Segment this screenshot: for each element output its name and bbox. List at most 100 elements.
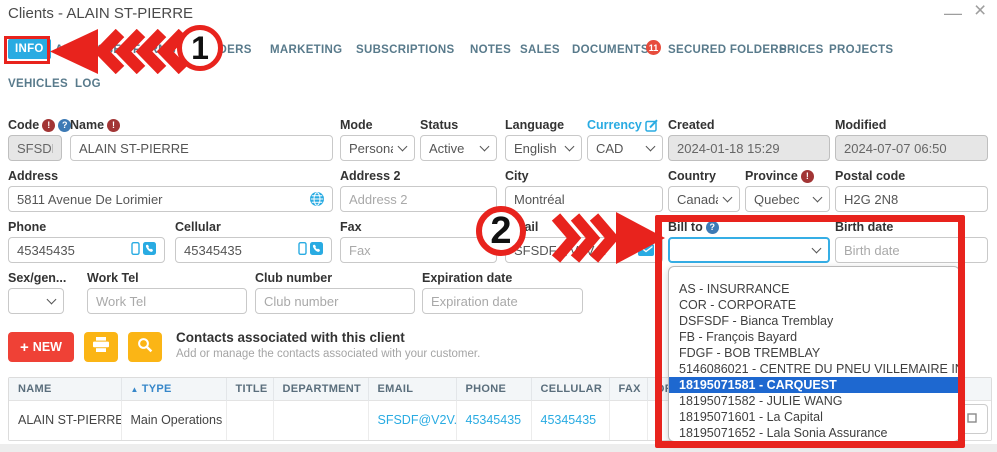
contact-cellular-link[interactable]: 45345435 (531, 400, 609, 440)
fax-field[interactable] (340, 237, 497, 263)
warning-icon: ! (42, 119, 55, 132)
edit-icon[interactable] (645, 119, 658, 132)
phone-field[interactable]: 45345435 (8, 237, 165, 263)
documents-count-badge: 11 (646, 40, 661, 55)
tab-log[interactable]: LOG (75, 78, 101, 90)
province-select[interactable]: Quebec (745, 186, 830, 212)
column-header-name[interactable]: NAME (9, 378, 121, 400)
postal-code-field[interactable] (835, 186, 988, 212)
contact-title-cell (226, 400, 273, 440)
column-header-title[interactable]: TITLE (226, 378, 273, 400)
sex-gender-select[interactable] (8, 288, 64, 314)
chevron-down-icon (398, 141, 408, 151)
postal-code-label: Postal code (835, 169, 905, 183)
chevron-down-icon (813, 192, 823, 202)
print-button[interactable] (84, 332, 118, 362)
tab-prices[interactable]: PRICES (779, 44, 824, 56)
club-number-field[interactable] (255, 288, 415, 314)
expiration-date-label: Expiration date (422, 271, 512, 285)
sort-asc-icon: ▲ (131, 385, 139, 394)
name-label: Name ! (70, 118, 120, 132)
sex-gender-label: Sex/gen... (8, 271, 66, 285)
country-select[interactable]: Canada (668, 186, 740, 212)
tab-documents[interactable]: DOCUMENTS (572, 44, 649, 56)
contact-department-cell (273, 400, 368, 440)
country-label: Country (668, 169, 716, 183)
currency-label: Currency (587, 118, 658, 132)
modified-field (835, 135, 988, 161)
club-number-label: Club number (255, 271, 332, 285)
currency-select[interactable]: CAD (587, 135, 663, 161)
phone-label: Phone (8, 220, 46, 234)
chevron-down-icon (723, 192, 733, 202)
column-header-fax[interactable]: FAX (609, 378, 647, 400)
tab-sales[interactable]: SALES (520, 44, 560, 56)
search-icon (137, 337, 153, 358)
address2-label: Address 2 (340, 169, 400, 183)
annotation-step-1: 1 (177, 25, 223, 71)
chevron-down-icon (646, 141, 656, 151)
printer-icon (93, 337, 109, 357)
call-icon[interactable] (143, 242, 156, 258)
work-tel-field[interactable] (87, 288, 247, 314)
contact-email-link[interactable]: SFSDF@V2V.A (368, 400, 456, 440)
city-field[interactable] (505, 186, 663, 212)
mobile-icon[interactable] (131, 242, 140, 258)
minimize-icon[interactable]: — (944, 4, 962, 22)
work-tel-label: Work Tel (87, 271, 139, 285)
cellular-field[interactable]: 45345435 (175, 237, 332, 263)
open-record-icon (967, 410, 977, 428)
contact-name-cell: ALAIN ST-PIERRE (9, 400, 121, 440)
created-label: Created (668, 118, 715, 132)
city-label: City (505, 169, 529, 183)
expiration-date-field[interactable] (422, 288, 583, 314)
tab-subscriptions[interactable]: SUBSCRIPTIONS (356, 44, 454, 56)
contact-phone-link[interactable]: 45345435 (456, 400, 531, 440)
annotation-box-bill-to (655, 215, 965, 448)
tab-marketing[interactable]: MARKETING (270, 44, 342, 56)
tab-secured-folders[interactable]: SECURED FOLDERS (668, 44, 787, 56)
column-header-phone[interactable]: PHONE (456, 378, 531, 400)
annotation-box-info-tab (4, 36, 50, 64)
modified-label: Modified (835, 118, 886, 132)
search-button[interactable] (128, 332, 162, 362)
name-field[interactable] (70, 135, 333, 161)
status-select[interactable]: Active (420, 135, 497, 161)
fax-label: Fax (340, 220, 362, 234)
new-contact-button[interactable]: + NEW (8, 332, 74, 362)
status-label: Status (420, 118, 458, 132)
warning-icon: ! (107, 119, 120, 132)
contact-fax-cell (609, 400, 647, 440)
client-window: Clients - ALAIN ST-PIERRE — × INFO ADDRE… (0, 0, 997, 452)
contact-type-cell: Main Operations (121, 400, 226, 440)
tab-vehicles[interactable]: VEHICLES (8, 78, 68, 90)
address-label: Address (8, 169, 58, 183)
column-header-department[interactable]: DEPARTMENT (273, 378, 368, 400)
chevron-down-icon (480, 141, 490, 151)
address2-field[interactable] (340, 186, 497, 212)
mode-select[interactable]: Personal (340, 135, 415, 161)
tab-projects[interactable]: PROJECTS (829, 44, 893, 56)
cellular-label: Cellular (175, 220, 221, 234)
close-icon[interactable]: × (974, 2, 986, 20)
created-field (668, 135, 830, 161)
code-label: Code ! ? (8, 118, 71, 132)
tab-notes[interactable]: NOTES (470, 44, 511, 56)
warning-icon: ! (801, 170, 814, 183)
code-field (8, 135, 62, 161)
column-header-cellular[interactable]: CELLULAR (531, 378, 609, 400)
province-label: Province ! (745, 169, 814, 183)
column-header-email[interactable]: EMAIL (368, 378, 456, 400)
globe-icon[interactable] (310, 192, 324, 206)
annotation-arrow-right (548, 212, 666, 264)
call-icon[interactable] (310, 242, 323, 258)
mode-label: Mode (340, 118, 373, 132)
language-select[interactable]: English (505, 135, 582, 161)
mobile-icon[interactable] (298, 242, 307, 258)
chevron-down-icon (565, 141, 575, 151)
column-header-type[interactable]: ▲TYPE (121, 378, 226, 400)
chevron-down-icon (47, 294, 57, 304)
page-title: Clients - ALAIN ST-PIERRE (8, 5, 193, 22)
address-field[interactable]: 5811 Avenue De Lorimier (8, 186, 333, 212)
plus-icon: + (20, 339, 29, 356)
